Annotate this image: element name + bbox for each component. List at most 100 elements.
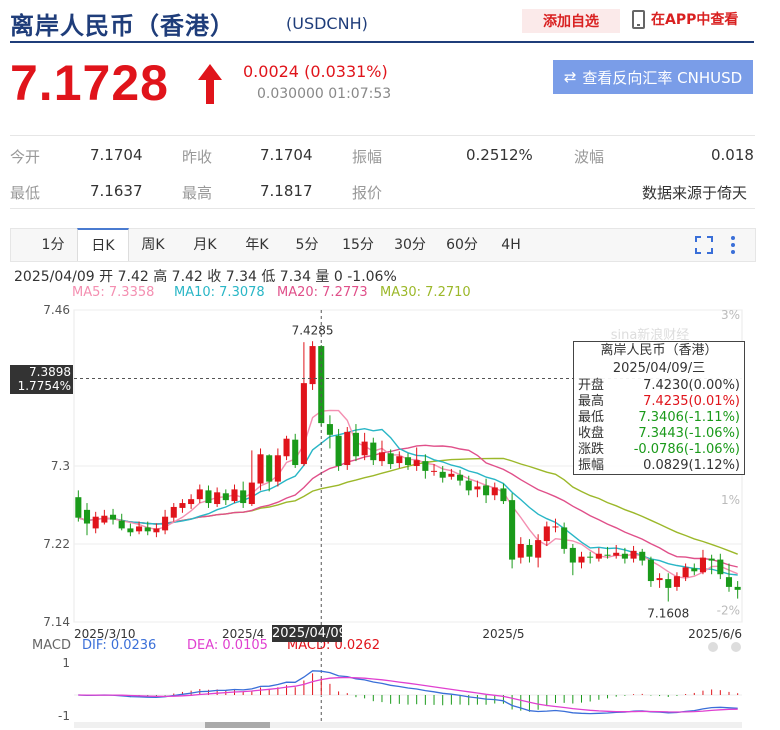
candle-body [630,550,637,559]
candle-body [222,493,229,501]
candle-body [344,431,351,466]
candle-body [118,520,125,529]
candle-body [300,383,307,465]
tooltip-title: 离岸人民币（香港） [600,343,718,358]
candle-body [110,514,117,520]
candle-body [266,455,273,482]
macd-settings-icon [708,642,718,652]
candle-body [283,438,290,457]
crosshair-price: 7.3898 [29,365,71,379]
candle-body [214,492,221,505]
scrollbar-thumb[interactable] [205,722,270,728]
candle-body [717,559,724,575]
candle-body [673,576,680,587]
candle-body [361,441,368,456]
tooltip-value: 7.4230(0.00%) [643,378,740,393]
candle-body [691,568,698,572]
x-tick-label: 2025/5 [482,627,524,641]
tooltip-key: 最高 [578,394,605,409]
pct-tick-label: 3% [721,308,740,322]
candle-body [552,526,559,528]
candle-body [639,551,646,561]
high-label: 7.4285 [292,324,334,338]
tooltip-value: 7.3406(-1.11%) [638,410,740,425]
candle-body [248,482,255,505]
candle-body [83,509,91,524]
candle-body [396,456,403,464]
pct-tick-label: -2% [717,603,740,617]
tooltip-key: 最低 [578,410,605,425]
candle-body [179,503,186,508]
tooltip-key: 涨跌 [578,442,605,457]
candle-body [587,556,594,558]
tooltip-row: 最低 7.3406(-1.11%) [574,410,744,426]
candle-body [274,455,281,482]
candle-body [430,470,438,472]
macd-title: MACD [32,638,71,653]
candle-body [569,547,576,563]
candle-body [595,553,602,559]
candle-body [292,439,299,466]
candle-body [491,487,498,496]
candle-body [734,586,741,590]
candle-body [500,488,507,502]
tooltip-row: 收盘 7.3443(-1.06%) [574,426,744,442]
candle-body [474,486,481,490]
candle-body [127,528,134,533]
tooltip-key: 开盘 [578,378,605,393]
candle-body [422,461,429,471]
candle-body [370,442,377,461]
y-tick-label: 7.3 [51,459,70,473]
low-label: 7.1608 [647,607,689,621]
candle-tooltip: 离岸人民币（香港） 2025/04/09/三 开盘 7.4230(0.00%) 最高… [573,341,745,475]
macd-tick-label: -1 [58,709,70,723]
candle-body [335,435,342,466]
candle-body [448,473,455,477]
candle-body [483,485,490,496]
scrollbar-track [74,722,742,728]
candle-body [578,556,585,563]
candle-body [92,516,99,529]
candle-body [136,526,143,532]
candle-body [647,559,654,582]
x-tick-label: 2025/6/6 [688,627,742,641]
tooltip-value: 7.3443(-1.06%) [638,426,740,441]
candle-body [535,540,542,558]
macd-tick-label: 1 [62,656,70,670]
candle-body [457,474,464,481]
candle-body [613,552,620,556]
candle-body [387,453,394,465]
tooltip-value: 7.4235(0.01%) [643,394,740,409]
candle-body [404,457,412,466]
candle-body [413,460,420,466]
macd-dif-label: DIF: 0.0236 [82,638,157,653]
candle-body [725,577,733,587]
macd-dea-label: DEA: 0.0105 [187,638,268,653]
crosshair-date-label: 2025/04/09 [272,625,347,642]
candle-body [205,490,212,504]
macd-close-icon [731,642,741,652]
tooltip-row: 开盘 7.4230(0.00%) [574,378,744,394]
candle-body [162,516,169,531]
candle-body [561,527,568,549]
candle-body [543,526,550,542]
candle-body [326,424,333,435]
y-tick-label: 7.14 [43,615,70,629]
tooltip-row: 涨跌 -0.0786(-1.06%) [574,442,744,458]
y-tick-label: 7.46 [43,303,70,317]
candle-body [188,499,195,505]
candle-body [465,480,472,491]
candle-body [231,489,238,502]
tooltip-date: 2025/04/09/三 [612,361,706,376]
candle-body [517,544,524,558]
candle-body [526,544,533,557]
candle-body [75,497,82,518]
candle-body [656,578,663,581]
candle-body [682,567,689,578]
candle-body [101,515,108,523]
y-tick-label: 7.22 [43,537,70,551]
candle-body [378,452,386,462]
candle-body [604,554,611,556]
candle-body [196,489,203,500]
candle-body [240,490,247,504]
